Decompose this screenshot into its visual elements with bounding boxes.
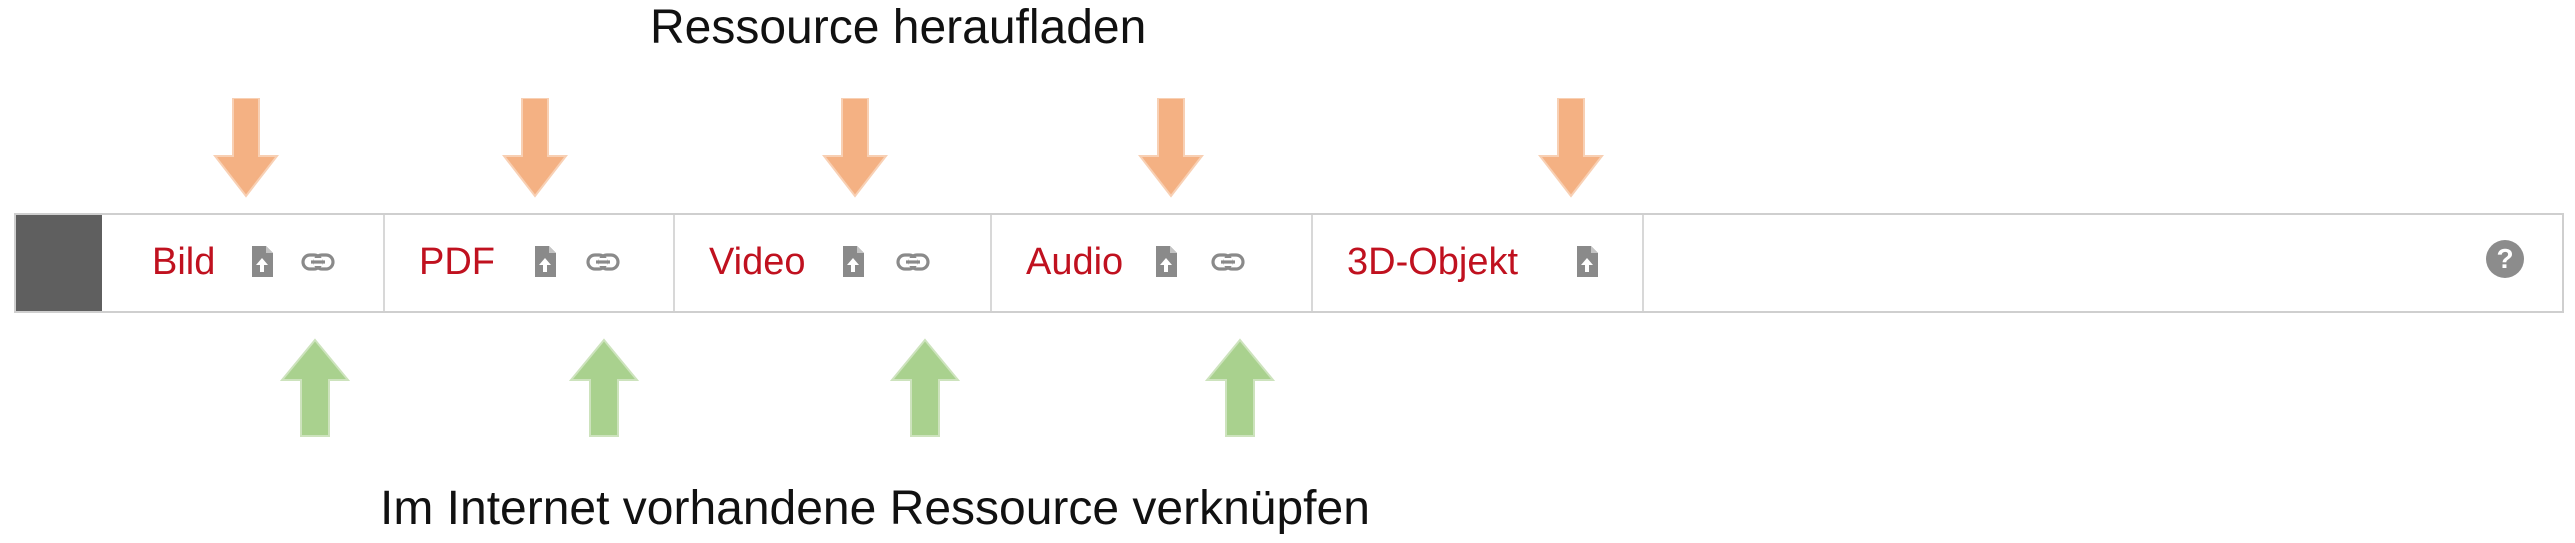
upload-arrow-pdf: [502, 98, 568, 198]
toolbar-drag-handle[interactable]: [16, 215, 102, 311]
bild-button[interactable]: Bild: [152, 242, 215, 282]
3d-objekt-button[interactable]: 3D-Objekt: [1347, 242, 1518, 282]
toolbar-group-bild: Bild: [102, 215, 385, 311]
toolbar-group-video: Video: [675, 215, 992, 311]
video-button[interactable]: Video: [709, 242, 806, 282]
link-icon[interactable]: [300, 244, 336, 280]
upload-arrow-3d-objekt: [1538, 98, 1604, 198]
file-upload-icon[interactable]: [244, 244, 280, 280]
link-arrow-video: [890, 338, 960, 437]
audio-button[interactable]: Audio: [1026, 242, 1123, 282]
upload-arrow-bild: [213, 98, 279, 198]
link-arrow-audio: [1205, 338, 1275, 437]
link-arrow-bild: [280, 338, 350, 437]
file-upload-icon[interactable]: [835, 244, 871, 280]
toolbar-group-3d-objekt: 3D-Objekt: [1313, 215, 1644, 311]
link-icon[interactable]: [1210, 244, 1246, 280]
toolbar-group-pdf: PDF: [385, 215, 675, 311]
help-icon[interactable]: ?: [2486, 240, 2524, 278]
file-upload-icon[interactable]: [1148, 244, 1184, 280]
file-upload-icon[interactable]: [1569, 244, 1605, 280]
upload-arrow-video: [822, 98, 888, 198]
link-icon[interactable]: [585, 244, 621, 280]
media-toolbar: Bild PDF Video Audio 3D-Objekt ?: [14, 213, 2564, 313]
toolbar-group-audio: Audio: [992, 215, 1313, 311]
upload-arrow-audio: [1138, 98, 1204, 198]
upload-caption: Ressource heraufladen: [650, 1, 1147, 54]
link-icon[interactable]: [895, 244, 931, 280]
link-arrow-pdf: [569, 338, 639, 437]
pdf-button[interactable]: PDF: [419, 242, 495, 282]
link-caption: Im Internet vorhandene Ressource verknüp…: [380, 482, 1370, 535]
file-upload-icon[interactable]: [527, 244, 563, 280]
